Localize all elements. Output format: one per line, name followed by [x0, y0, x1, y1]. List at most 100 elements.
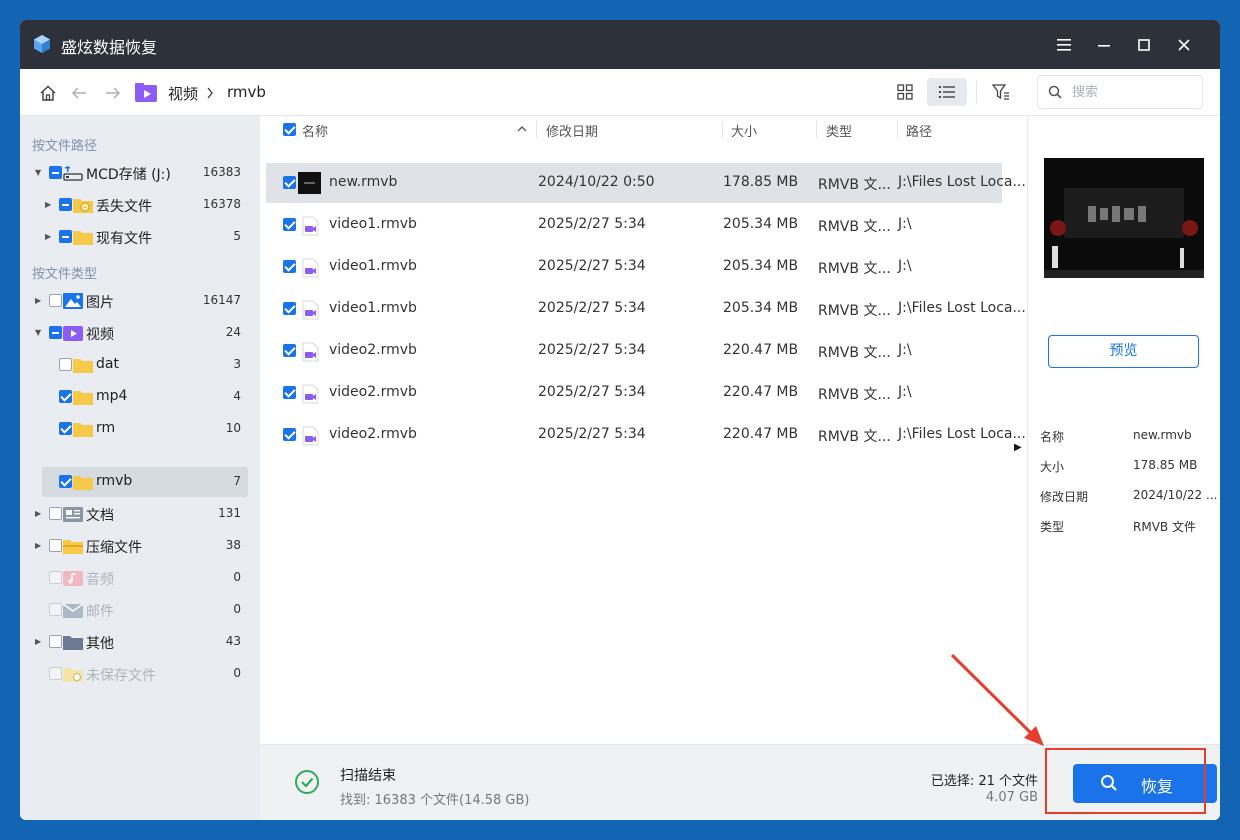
row-checkbox[interactable] [283, 386, 296, 399]
collapsed-arrow-icon[interactable]: ▶ [35, 508, 45, 520]
document-icon [63, 507, 83, 522]
column-header-size[interactable]: 大小 [731, 121, 757, 140]
tree-item-videos[interactable]: ▼ 视频 24 [32, 318, 248, 348]
tree-checkbox[interactable] [59, 422, 72, 435]
row-date: 2025/2/27 5:34 [538, 426, 646, 442]
column-divider[interactable] [536, 121, 537, 138]
minimize-icon [1098, 45, 1110, 47]
tree-item-rm[interactable]: rm 10 [42, 414, 248, 444]
navigation-toolbar: 视频 rmvb [20, 69, 1220, 116]
column-divider[interactable] [897, 121, 898, 138]
column-header-path[interactable]: 路径 [906, 121, 932, 140]
tree-item-rmvb[interactable]: rmvb 7 [42, 467, 248, 497]
column-divider[interactable] [816, 121, 817, 138]
tree-item-mp4[interactable]: mp4 4 [42, 382, 248, 412]
meta-value-modified: 2024/10/22 ... [1133, 488, 1218, 502]
collapsed-arrow-icon[interactable]: ▶ [35, 295, 45, 307]
tree-item-label: 未保存文件 [86, 668, 156, 684]
tree-checkbox[interactable] [59, 230, 72, 243]
breadcrumb-item-video[interactable]: 视频 [168, 83, 198, 104]
select-all-checkbox[interactable] [283, 123, 296, 136]
table-row[interactable]: video1.rmvb 2025/2/27 5:34 205.34 MB RMV… [266, 247, 1002, 287]
tree-item-archives[interactable]: ▶ 压缩文件 38 [32, 531, 248, 561]
row-checkbox[interactable] [283, 344, 296, 357]
preview-button[interactable]: 预览 [1048, 335, 1199, 368]
hamburger-icon [1057, 39, 1071, 51]
collapsed-arrow-icon[interactable]: ▶ [45, 231, 55, 243]
tree-checkbox[interactable] [49, 539, 62, 552]
column-header-modified[interactable]: 修改日期 [546, 121, 598, 140]
row-name: video2.rmvb [329, 426, 417, 442]
tree-item-documents[interactable]: ▶ 文档 131 [32, 499, 248, 529]
breadcrumb-item-rmvb[interactable]: rmvb [227, 83, 266, 101]
tree-item-mcd-drive[interactable]: ▼ MCD存储 (J:) 16383 [32, 158, 248, 188]
close-button[interactable] [1171, 32, 1197, 58]
tree-checkbox[interactable] [59, 358, 72, 371]
video-file-icon [302, 300, 319, 320]
tree-item-unsaved-files[interactable]: 未保存文件 0 [32, 659, 248, 689]
tree-item-images[interactable]: ▶ 图片 16147 [32, 286, 248, 316]
meta-label-modified: 修改日期 [1040, 490, 1089, 504]
home-button[interactable] [36, 81, 60, 105]
tree-checkbox[interactable] [49, 603, 62, 616]
expanded-arrow-icon[interactable]: ▼ [35, 167, 45, 179]
tree-checkbox[interactable] [59, 198, 72, 211]
tree-checkbox[interactable] [49, 326, 62, 339]
tree-checkbox[interactable] [59, 390, 72, 403]
column-header-type[interactable]: 类型 [826, 121, 852, 140]
column-divider[interactable] [722, 121, 723, 138]
row-checkbox[interactable] [283, 428, 296, 441]
row-checkbox[interactable] [283, 260, 296, 273]
filter-button[interactable] [981, 78, 1021, 106]
tree-checkbox[interactable] [49, 294, 62, 307]
tree-item-audio[interactable]: 音频 0 [32, 563, 248, 593]
audio-icon [63, 571, 83, 586]
table-row[interactable]: video2.rmvb 2025/2/27 5:34 220.47 MB RMV… [266, 415, 1026, 455]
tree-item-lost-files[interactable]: ▶ 丢失文件 16378 [32, 190, 248, 220]
row-type: RMVB 文... [818, 387, 891, 403]
column-header-name[interactable]: 名称 [302, 121, 328, 140]
tree-item-dat[interactable]: dat 3 [42, 350, 248, 380]
tree-item-label: 其他 [86, 636, 114, 652]
tree-item-count: 10 [225, 421, 241, 435]
row-checkbox[interactable] [283, 176, 296, 189]
table-row[interactable]: new.rmvb 2024/10/22 0:50 178.85 MB RMVB … [266, 163, 1026, 203]
recover-button[interactable]: 恢复 [1073, 764, 1217, 803]
row-date: 2025/2/27 5:34 [538, 258, 646, 274]
grid-view-button[interactable] [885, 78, 925, 106]
back-button[interactable] [67, 81, 91, 105]
collapsed-arrow-icon[interactable]: ▶ [35, 540, 45, 552]
row-checkbox[interactable] [283, 302, 296, 315]
home-icon [40, 85, 56, 101]
list-view-button[interactable] [927, 78, 967, 106]
table-row[interactable]: video1.rmvb 2025/2/27 5:34 205.34 MB RMV… [266, 205, 1002, 245]
row-checkbox[interactable] [283, 218, 296, 231]
row-size: 205.34 MB [723, 258, 799, 274]
table-row[interactable]: video2.rmvb 2025/2/27 5:34 220.47 MB RMV… [266, 331, 1002, 371]
menu-button[interactable] [1051, 32, 1077, 58]
tree-checkbox[interactable] [49, 635, 62, 648]
search-input[interactable] [1072, 82, 1192, 102]
collapsed-arrow-icon[interactable]: ▶ [35, 636, 45, 648]
row-type: RMVB 文... [818, 345, 891, 361]
forward-button[interactable] [101, 81, 125, 105]
search-box[interactable] [1037, 75, 1203, 109]
tree-checkbox[interactable] [49, 571, 62, 584]
maximize-button[interactable] [1131, 32, 1157, 58]
collapsed-arrow-icon[interactable]: ▶ [45, 199, 55, 211]
tree-item-mail[interactable]: 邮件 0 [32, 595, 248, 625]
expanded-arrow-icon[interactable]: ▼ [35, 327, 45, 339]
tree-checkbox[interactable] [49, 507, 62, 520]
table-row[interactable]: video1.rmvb 2025/2/27 5:34 205.34 MB RMV… [266, 289, 1026, 329]
tree-checkbox[interactable] [49, 667, 62, 680]
search-icon [1101, 775, 1117, 791]
tree-item-other[interactable]: ▶ 其他 43 [32, 627, 248, 657]
table-row[interactable]: video2.rmvb 2025/2/27 5:34 220.47 MB RMV… [266, 373, 1002, 413]
sort-ascending-icon[interactable] [517, 126, 527, 132]
tree-checkbox[interactable] [59, 475, 72, 488]
tree-item-existing-files[interactable]: ▶ 现有文件 5 [32, 222, 248, 252]
panel-toggle-arrow-icon[interactable]: ▶ [1014, 442, 1022, 453]
tree-checkbox[interactable] [49, 166, 62, 179]
minimize-button[interactable] [1091, 32, 1117, 58]
app-title: 盛炫数据恢复 [61, 38, 158, 57]
